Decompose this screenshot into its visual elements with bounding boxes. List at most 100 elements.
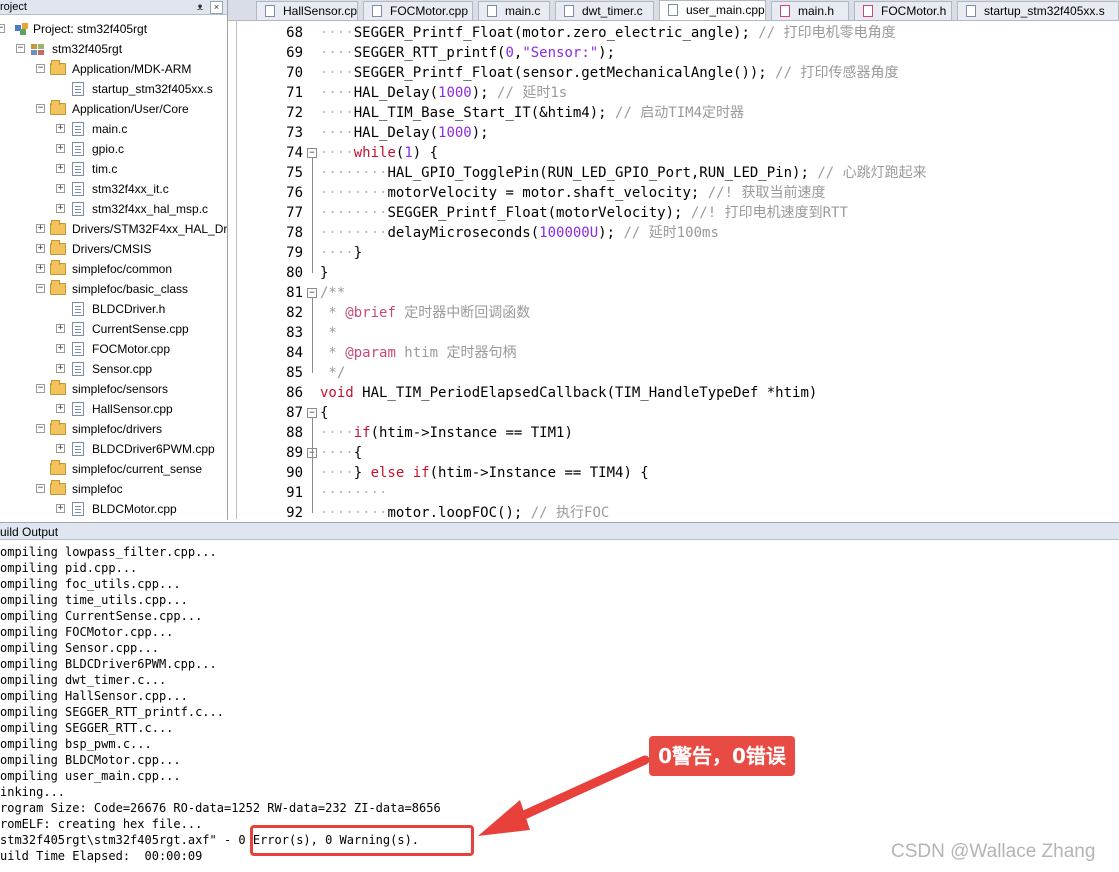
tab-hallsensor-cpp[interactable]: HallSensor.cpp [256, 1, 358, 20]
code-text: ········motorVelocity = motor.shaft_velo… [320, 185, 826, 201]
expand-icon[interactable]: + [56, 124, 65, 133]
tree-item[interactable]: BLDCDriver.h [0, 299, 227, 319]
tree-item[interactable]: − Application/MDK-ARM [0, 59, 227, 79]
fold-toggle-icon[interactable]: − [307, 408, 317, 418]
collapse-icon[interactable]: − [36, 424, 45, 433]
code-line: 92 ········motor.loopFOC(); // 执行FOC [237, 503, 1119, 519]
tab-dwt-timer-c[interactable]: dwt_timer.c [555, 1, 654, 20]
tree-item[interactable]: + stm32f4xx_it.c [0, 179, 227, 199]
tree-item[interactable]: + stm32f4xx_hal_msp.c [0, 199, 227, 219]
tree-item[interactable]: + CurrentSense.cpp [0, 319, 227, 339]
collapse-icon[interactable]: − [36, 64, 45, 73]
tree-item[interactable]: − simplefoc/sensors [0, 379, 227, 399]
expand-icon[interactable]: + [36, 224, 45, 233]
build-output-panel[interactable]: ompiling lowpass_filter.cpp... ompiling p… [0, 541, 1119, 872]
code-line: 78 ········delayMicroseconds(100000U); //… [237, 223, 1119, 243]
collapse-icon[interactable]: − [16, 44, 25, 53]
line-number: 77 [286, 205, 303, 221]
tree-item-label: stm32f405rgt [52, 42, 123, 56]
code-line: 80} [237, 263, 1119, 283]
tree-item[interactable]: + Drivers/CMSIS [0, 239, 227, 259]
file-icon [372, 5, 382, 17]
tree-item[interactable]: − simplefoc/basic_class [0, 279, 227, 299]
tree-item[interactable]: − simplefoc [0, 479, 227, 499]
tree-item[interactable]: − Application/User/Core [0, 99, 227, 119]
tree-item[interactable]: − simplefoc/drivers [0, 419, 227, 439]
expand-icon[interactable]: + [56, 444, 65, 453]
code-text: ····} else if(htim->Instance == TIM4) { [320, 465, 649, 481]
tab-startup-stm32f405xx-s[interactable]: startup_stm32f405xx.s [957, 1, 1119, 20]
collapse-icon[interactable]: − [36, 284, 45, 293]
line-number: 81 [286, 285, 303, 301]
build-output-line: ompiling Sensor.cpp... [0, 641, 159, 655]
pin-icon[interactable]: ᴥ [194, 0, 206, 15]
tab-main-h[interactable]: main.h [771, 1, 849, 20]
collapse-icon[interactable]: − [36, 484, 45, 493]
code-line: 74− ····while(1) { [237, 143, 1119, 163]
tree-item[interactable]: − Project: stm32f405rgt [0, 19, 227, 39]
tab-focmotor-h[interactable]: FOCMotor.h [854, 1, 952, 20]
expand-icon[interactable]: + [56, 204, 65, 213]
line-number: 72 [286, 105, 303, 121]
code-line: 88 ····if(htim->Instance == TIM1) [237, 423, 1119, 443]
tree-item-label: simplefoc [72, 482, 123, 496]
tree-item[interactable]: + simplefoc/common [0, 259, 227, 279]
expand-icon[interactable]: + [56, 144, 65, 153]
tree-item[interactable]: + Drivers/STM32F4xx_HAL_Driv [0, 219, 227, 239]
tree-item[interactable]: + FOCMotor.cpp [0, 339, 227, 359]
code-editor[interactable]: 68 ····SEGGER_Printf_Float(motor.zero_ele… [236, 21, 1119, 519]
code-text: ····} [320, 245, 363, 261]
tab-user-main-cpp[interactable]: user_main.cpp [659, 0, 766, 20]
tree-item[interactable]: + HallSensor.cpp [0, 399, 227, 419]
code-line: 89−····{ [237, 443, 1119, 463]
tree-item[interactable]: startup_stm32f405xx.s [0, 79, 227, 99]
expand-icon[interactable]: + [56, 164, 65, 173]
tree-item[interactable]: + BLDCDriver6PWM.cpp [0, 439, 227, 459]
fold-toggle-icon[interactable]: − [307, 148, 317, 158]
build-output-line: ompiling FOCMotor.cpp... [0, 625, 174, 639]
build-output-line: ompiling BLDCDriver6PWM.cpp... [0, 657, 217, 671]
code-text: ····HAL_Delay(1000); // 延时1s [320, 85, 568, 101]
line-number: 73 [286, 125, 303, 141]
expand-icon[interactable]: + [56, 364, 65, 373]
tree-item[interactable]: + Sensor.cpp [0, 359, 227, 379]
file-icon [966, 5, 976, 17]
collapse-icon[interactable]: − [36, 384, 45, 393]
tree-item[interactable]: + main.c [0, 119, 227, 139]
build-output-line: ompiling lowpass_filter.cpp... [0, 545, 217, 559]
expand-icon[interactable]: + [56, 404, 65, 413]
file-icon [72, 322, 84, 336]
tree-item[interactable]: − stm32f405rgt [0, 39, 227, 59]
tree-item[interactable]: + gpio.c [0, 139, 227, 159]
line-number: 82 [286, 305, 303, 321]
file-icon [72, 342, 84, 356]
tree-item[interactable]: + BLDCMotor.cpp [0, 499, 227, 519]
collapse-icon[interactable]: − [0, 24, 5, 33]
collapse-icon[interactable]: − [36, 104, 45, 113]
tree-item[interactable]: + tim.c [0, 159, 227, 179]
build-output-line: ompiling foc_utils.cpp... [0, 577, 181, 591]
code-line: 79 ····} [237, 243, 1119, 263]
file-icon [72, 442, 84, 456]
build-output-line: ompiling user_main.cpp... [0, 769, 181, 783]
close-icon[interactable]: × [210, 1, 223, 14]
folder-icon [50, 260, 66, 275]
fold-toggle-icon[interactable]: − [307, 288, 317, 298]
file-icon [72, 502, 84, 516]
folder-icon [50, 420, 66, 435]
expand-icon[interactable]: + [56, 504, 65, 513]
tree-item-label: startup_stm32f405xx.s [92, 82, 213, 96]
tab-main-c[interactable]: main.c [478, 1, 550, 20]
tree-item[interactable]: simplefoc/current_sense [0, 459, 227, 479]
code-text: * [320, 325, 337, 341]
code-text: ····HAL_Delay(1000); [320, 125, 489, 141]
tab-focmotor-cpp[interactable]: FOCMotor.cpp [363, 1, 473, 20]
code-text: ····SEGGER_RTT_printf(0,"Sensor:"); [320, 45, 616, 61]
expand-icon[interactable]: + [56, 344, 65, 353]
expand-icon[interactable]: + [36, 244, 45, 253]
expand-icon[interactable]: + [36, 264, 45, 273]
build-output-line: ompiling pid.cpp... [0, 561, 138, 575]
project-icon [14, 22, 30, 36]
expand-icon[interactable]: + [56, 184, 65, 193]
expand-icon[interactable]: + [56, 324, 65, 333]
